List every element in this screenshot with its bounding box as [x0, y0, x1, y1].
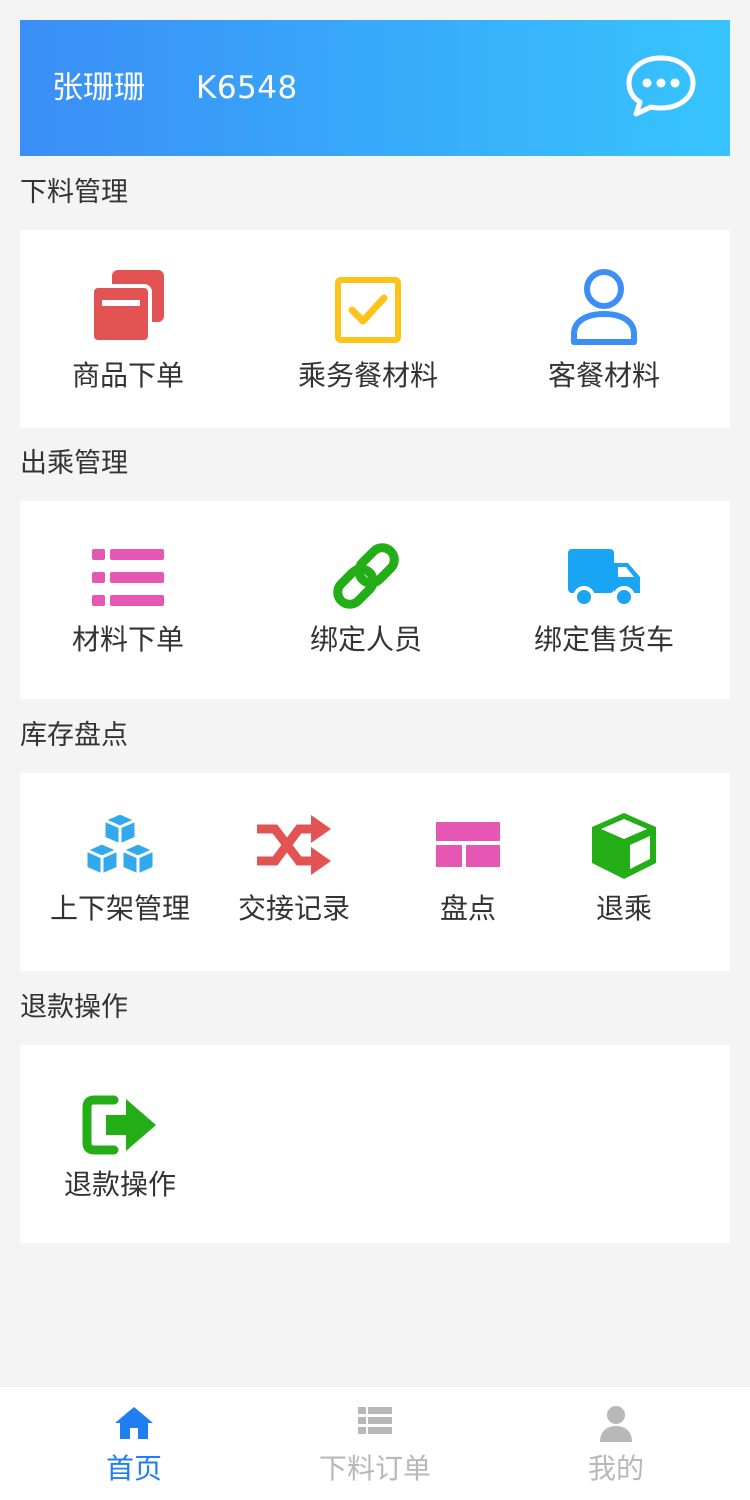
- card-inventory-check: 上下架管理 交接记录 盘点 退乘: [20, 773, 730, 971]
- menu-item-product-order[interactable]: 商品下单: [38, 230, 218, 428]
- train-code: K6548: [196, 70, 298, 106]
- user-icon: [600, 1406, 632, 1442]
- section-title-departure-management: 出乘管理: [20, 448, 128, 479]
- home-icon: [115, 1407, 153, 1439]
- tab-material-orders[interactable]: 下料订单: [250, 1387, 500, 1500]
- user-icon: [571, 269, 637, 345]
- bottom-tab-bar: 首页 下料订单 我的: [0, 1386, 750, 1500]
- menu-item-refund-operation[interactable]: 退款操作: [30, 1045, 210, 1243]
- list-icon: [358, 1407, 392, 1434]
- menu-item-material-order[interactable]: 材料下单: [38, 501, 218, 699]
- menu-item-label: 商品下单: [71, 359, 184, 392]
- tab-label: 下料订单: [318, 1452, 431, 1485]
- shuffle-icon: [257, 815, 331, 875]
- checkbox-icon: [335, 277, 401, 343]
- sign-out-icon: [82, 1095, 156, 1155]
- tab-label: 首页: [105, 1452, 162, 1485]
- table-icon: [436, 822, 500, 867]
- menu-item-label: 退款操作: [63, 1168, 176, 1201]
- menu-item-bind-staff[interactable]: 绑定人员: [276, 501, 456, 699]
- menu-item-label: 乘务餐材料: [297, 359, 438, 392]
- truck-icon: [568, 549, 640, 608]
- link-icon: [333, 543, 399, 609]
- menu-item-stocktaking[interactable]: 盘点: [378, 773, 558, 971]
- header-banner: 张珊珊 K6548: [20, 20, 730, 156]
- card-material-management: 商品下单 乘务餐材料 客餐材料: [20, 230, 730, 428]
- cards-icon: [90, 270, 164, 344]
- menu-item-crew-meal-materials[interactable]: 乘务餐材料: [278, 230, 458, 428]
- section-title-material-management: 下料管理: [20, 177, 128, 208]
- menu-item-passenger-meal-materials[interactable]: 客餐材料: [514, 230, 694, 428]
- menu-item-label: 绑定售货车: [533, 623, 674, 656]
- menu-item-bind-sales-cart[interactable]: 绑定售货车: [514, 501, 694, 699]
- tab-mine[interactable]: 我的: [491, 1387, 741, 1500]
- list-icon: [92, 549, 164, 606]
- card-departure-management: 材料下单 绑定人员 绑定售货车: [20, 501, 730, 699]
- user-name: 张珊珊: [52, 70, 145, 106]
- tab-label: 我的: [587, 1452, 644, 1485]
- menu-item-label: 材料下单: [71, 623, 184, 656]
- menu-item-label: 退乘: [595, 892, 652, 925]
- card-refund-operation: 退款操作: [20, 1045, 730, 1243]
- cube-icon: [592, 813, 656, 879]
- section-title-refund-operation: 退款操作: [20, 992, 128, 1023]
- menu-item-label: 交接记录: [237, 892, 350, 925]
- menu-item-handover-records[interactable]: 交接记录: [204, 773, 384, 971]
- cubes-icon: [84, 811, 156, 877]
- tab-home[interactable]: 首页: [9, 1387, 259, 1500]
- menu-item-label: 盘点: [439, 892, 496, 925]
- menu-item-label: 客餐材料: [547, 359, 660, 392]
- menu-item-return-duty[interactable]: 退乘: [534, 773, 714, 971]
- chat-bubble-icon[interactable]: [626, 54, 696, 118]
- menu-item-label: 绑定人员: [309, 623, 422, 656]
- menu-item-shelf-management[interactable]: 上下架管理: [30, 773, 210, 971]
- section-title-inventory-check: 库存盘点: [20, 720, 128, 751]
- menu-item-label: 上下架管理: [49, 892, 190, 925]
